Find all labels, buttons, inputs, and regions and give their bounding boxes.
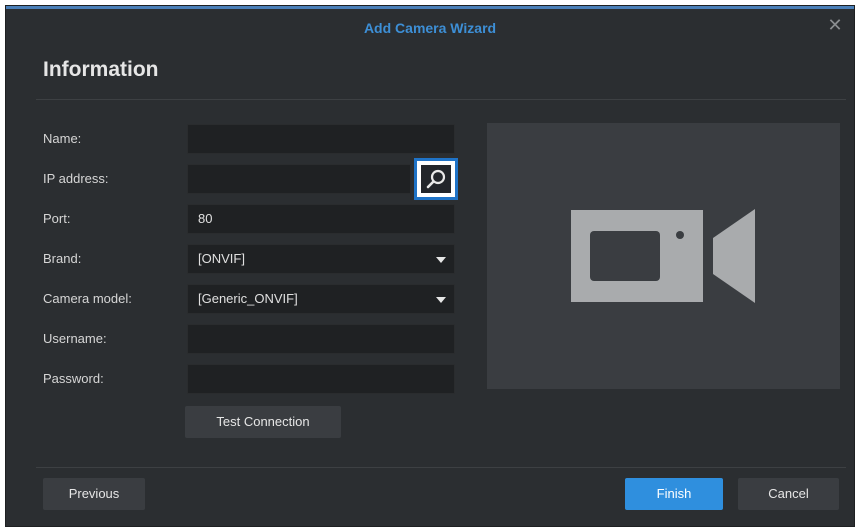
brand-select[interactable]: [ONVIF] xyxy=(187,244,455,274)
camera-model-select[interactable]: [Generic_ONVIF] xyxy=(187,284,455,314)
close-icon[interactable]: ✕ xyxy=(826,16,844,34)
username-label: Username: xyxy=(43,331,107,346)
page-title: Information xyxy=(43,58,159,81)
password-field[interactable] xyxy=(187,364,455,394)
username-field[interactable] xyxy=(187,324,455,354)
ip-address-field[interactable] xyxy=(187,164,411,194)
camera-model-select-value: [Generic_ONVIF] xyxy=(198,291,298,306)
cancel-button[interactable]: Cancel xyxy=(738,478,839,510)
port-field[interactable]: 80 xyxy=(187,204,455,234)
finish-button[interactable]: Finish xyxy=(625,478,723,510)
camera-model-label: Camera model: xyxy=(43,291,132,306)
search-icon xyxy=(426,169,446,189)
video-camera-icon xyxy=(571,209,755,303)
ip-address-label: IP address: xyxy=(43,171,109,186)
brand-label: Brand: xyxy=(43,251,82,266)
previous-button[interactable]: Previous xyxy=(43,478,145,510)
port-label: Port: xyxy=(43,211,71,226)
search-ip-button[interactable] xyxy=(414,158,458,200)
name-label: Name: xyxy=(43,131,82,146)
test-connection-button[interactable]: Test Connection xyxy=(185,406,341,438)
window-title: Add Camera Wizard xyxy=(363,20,497,36)
password-label: Password: xyxy=(43,371,104,386)
name-field[interactable] xyxy=(187,124,455,154)
chevron-down-icon xyxy=(436,297,446,303)
footer-divider xyxy=(36,467,846,468)
header-divider xyxy=(36,99,846,100)
brand-select-value: [ONVIF] xyxy=(198,251,245,266)
add-camera-wizard-window: Add Camera Wizard ✕ Information Name: IP… xyxy=(5,5,855,527)
chevron-down-icon xyxy=(436,257,446,263)
camera-preview xyxy=(487,123,840,389)
